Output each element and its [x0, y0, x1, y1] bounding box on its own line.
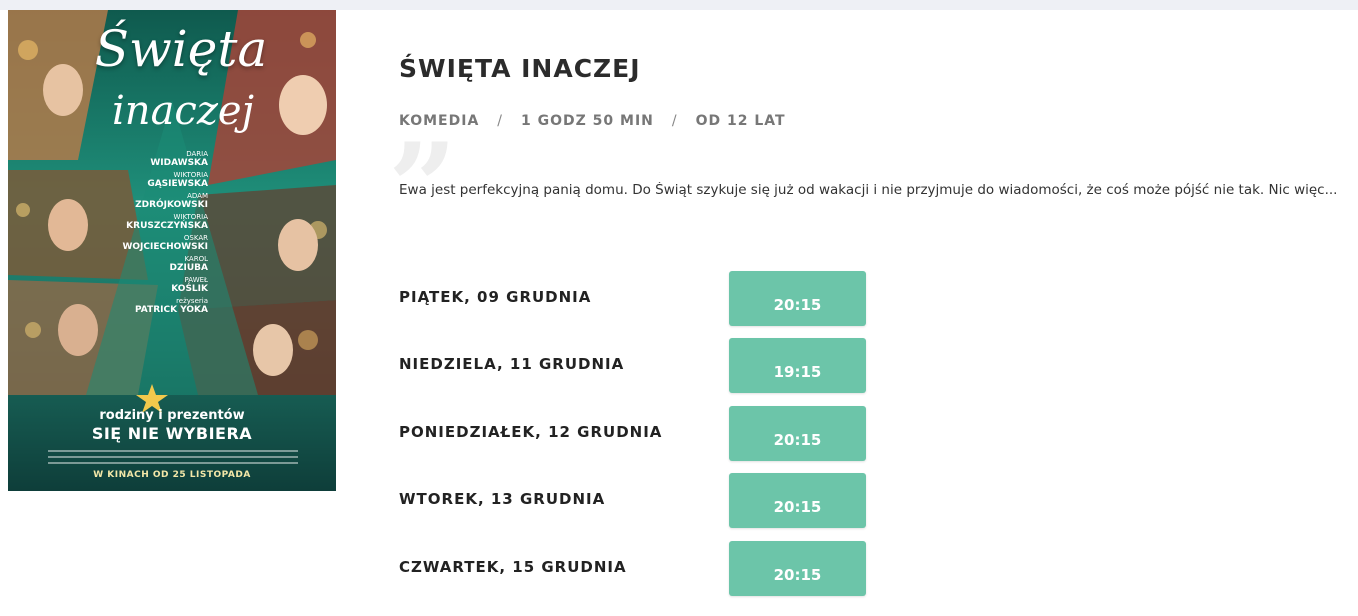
- cast-last-name: ZDRÓJKOWSKI: [135, 200, 208, 210]
- cast-last-name: GĄSIEWSKA: [147, 179, 208, 189]
- poster-release-date: W KINACH OD 25 LISTOPADA: [93, 470, 251, 480]
- cast-last-name: WIDAWSKA: [150, 158, 208, 168]
- poster-credits-block: [48, 450, 298, 452]
- poster-credits-block: [48, 462, 298, 464]
- cast-first-name: DARIA: [186, 150, 208, 158]
- showtime-day: NIEDZIELA, 11 GRUDNIA: [399, 355, 625, 373]
- movie-title: ŚWIĘTA INACZEJ: [399, 54, 641, 83]
- movie-card: Święta inaczej DARIA WIDAWSKA WIKTORIA G…: [0, 10, 1358, 616]
- showtime-button[interactable]: 20:15: [729, 271, 866, 326]
- meta-separator: /: [497, 113, 503, 129]
- director-label: reżyseria: [176, 297, 208, 305]
- showtime-button[interactable]: 20:15: [729, 541, 866, 596]
- cast-first-name: KAROL: [184, 255, 208, 263]
- cast-first-name: WIKTORIA: [173, 171, 208, 179]
- poster-subtitle: inaczej: [112, 88, 254, 134]
- cast-last-name: KOŚLIK: [171, 284, 208, 294]
- showtime-day: WTOREK, 13 GRUDNIA: [399, 490, 606, 508]
- cast-first-name: OSKAR: [183, 234, 208, 242]
- poster-tagline-top: rodziny i prezentów: [99, 408, 245, 423]
- cast-last-name: WOJCIECHOWSKI: [122, 242, 208, 252]
- cast-first-name: ADAM: [187, 192, 208, 200]
- movie-description: Ewa jest perfekcyjną panią domu. Do Świą…: [399, 182, 1338, 198]
- cast-last-name: KRUSZCZYŃSKA: [126, 221, 208, 231]
- showtime-day: PONIEDZIAŁEK, 12 GRUDNIA: [399, 423, 663, 441]
- poster-credits-block: [48, 456, 298, 458]
- showtime-day: CZWARTEK, 15 GRUDNIA: [399, 558, 627, 576]
- director-name: PATRICK YOKA: [135, 305, 208, 315]
- movie-poster[interactable]: Święta inaczej DARIA WIDAWSKA WIKTORIA G…: [8, 10, 336, 491]
- showtime-day: PIĄTEK, 09 GRUDNIA: [399, 288, 592, 306]
- poster-tagline-bottom: SIĘ NIE WYBIERA: [91, 424, 253, 443]
- movie-age-rating: OD 12 LAT: [695, 113, 786, 129]
- poster-cast-list: DARIA WIDAWSKA WIKTORIA GĄSIEWSKA ADAM Z…: [118, 150, 208, 318]
- cast-last-name: DZIUBA: [169, 263, 208, 273]
- meta-separator: /: [671, 113, 678, 129]
- showtime-button[interactable]: 20:15: [729, 406, 866, 461]
- showtime-button[interactable]: 19:15: [729, 338, 866, 393]
- cast-first-name: PAWEŁ: [184, 276, 208, 284]
- showtime-button[interactable]: 20:15: [729, 473, 866, 528]
- poster-title: Święta: [94, 20, 268, 78]
- cast-first-name: WIKTORIA: [173, 213, 208, 221]
- movie-duration: 1 GODZ 50 MIN: [521, 113, 654, 129]
